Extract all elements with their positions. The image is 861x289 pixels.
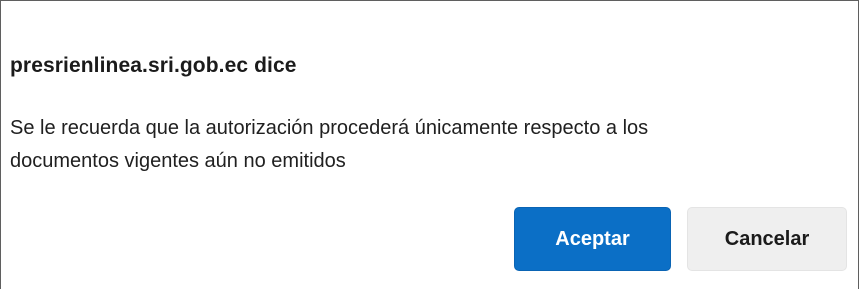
cancel-button[interactable]: Cancelar: [687, 207, 847, 271]
dialog-message-line-2: documentos vigentes aún no emitidos: [10, 150, 346, 172]
accept-button[interactable]: Aceptar: [514, 207, 671, 271]
alert-dialog: presrienlinea.sri.gob.ec dice Se le recu…: [0, 0, 859, 289]
dialog-message-line-1: Se le recuerda que la autorización proce…: [10, 117, 649, 139]
dialog-message: Se le recuerda que la autorización proce…: [10, 112, 850, 178]
dialog-title: presrienlinea.sri.gob.ec dice: [10, 54, 297, 77]
